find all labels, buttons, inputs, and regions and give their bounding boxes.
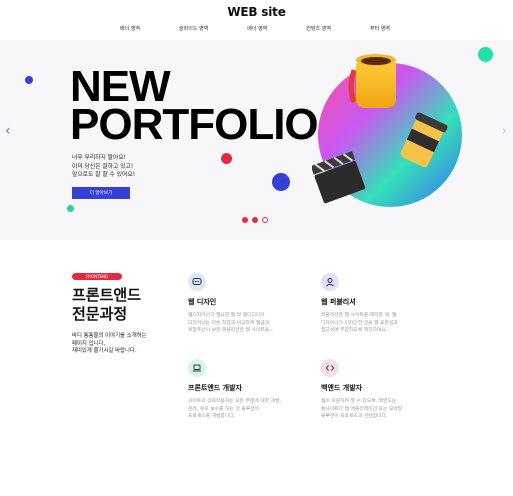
nav-item-slide[interactable]: 슬라이드 영역 [179, 25, 208, 32]
hero-title-line2: PORTFOLIO [70, 100, 319, 149]
hero-illustration [312, 54, 462, 207]
card-title: 웹 퍼블리셔 [321, 298, 356, 306]
nav-item-footer[interactable]: 푸터 영역 [370, 25, 390, 32]
site-title: WEB site [227, 5, 286, 19]
hero-slider: ‹ › NEW PORTFOLIO 너무 무리하지 말아요! 이미 당신은 잘하… [0, 40, 513, 240]
nav-item-content[interactable]: 컨텐츠 영역 [306, 25, 331, 32]
mug-icon [348, 54, 396, 108]
card-description: 사이트의 상호작용하는 모든 부분에 대한 개발, 온라, 유지 보수를 하는 … [188, 399, 282, 420]
prev-arrow-button[interactable]: ‹ [5, 123, 11, 139]
frontend-tag: FRONTEND [72, 273, 122, 280]
green-dot-decoration [67, 205, 74, 212]
red-dot-decoration [221, 153, 232, 164]
card-web-publisher: 웹 퍼블리셔 퍼블리션은 웹 사이트를 제작할 때, 웹 디자이너가 디자인한 … [321, 273, 451, 335]
learn-more-button[interactable]: 더 알아보기 [72, 187, 130, 199]
card-title: 백앤드 개발자 [321, 384, 363, 392]
chat-bubble-icon [188, 273, 206, 291]
next-arrow-button[interactable]: › [501, 123, 507, 139]
hero-description: 너무 무리하지 말아요! 이미 당신은 잘하고 있고! 앞으로도 잘 할 수 있… [72, 155, 136, 178]
code-icon [321, 359, 339, 377]
nav-item-banner-2[interactable]: 배너 영역 [247, 25, 267, 32]
section-description: 바디 통통물의 이야기를 소개하는 페이지 입니다. 재미있게 즐기시길 바랍니… [72, 333, 147, 355]
card-title: 프론트앤드 개발자 [188, 384, 242, 392]
blue-dot-decoration [25, 76, 33, 84]
slider-dot[interactable] [252, 217, 258, 223]
section-title-line1: 프론트앤드 [72, 286, 142, 304]
laptop-icon [188, 359, 206, 377]
slider-dot[interactable] [242, 217, 248, 223]
card-web-design: 웹 디자인 웹디자이너가 필요한 웹 및 웹디디디어 디자이너는 다른 작업과 … [188, 273, 318, 335]
card-description: 퍼블리션은 웹 사이트를 제작할 때, 웹 디자이너가 디자인한 것을 웹 표준… [321, 313, 398, 334]
nav-item-banner[interactable]: 배너 영역 [120, 25, 140, 32]
main-nav: 배너 영역 슬라이드 영역 배너 영역 컨텐츠 영역 푸터 영역 [120, 25, 390, 32]
card-description: 웹이 지원하여 할 수 있도록, 백앤드는 통사이트나 웹 애플리케이션 또는 … [321, 399, 403, 420]
section-title-line2: 전문과정 [72, 305, 128, 323]
card-backend-developer: 백앤드 개발자 웹이 지원하여 할 수 있도록, 백앤드는 통사이트나 웹 애플… [321, 359, 451, 421]
slider-pagination [242, 217, 268, 223]
card-frontend-developer: 프론트앤드 개발자 사이트의 상호작용하는 모든 부분에 대한 개발, 온라, … [188, 359, 318, 421]
card-title: 웹 디자인 [188, 298, 217, 306]
blue-ball-decoration [272, 173, 290, 191]
mint-dot-decoration [478, 47, 493, 62]
card-description: 웹디자이너가 필요한 웹 및 웹디디디어 디자이너는 다른 작업과 비교하여 웹… [188, 313, 274, 334]
slider-dot-active[interactable] [262, 217, 268, 223]
person-icon [321, 273, 339, 291]
